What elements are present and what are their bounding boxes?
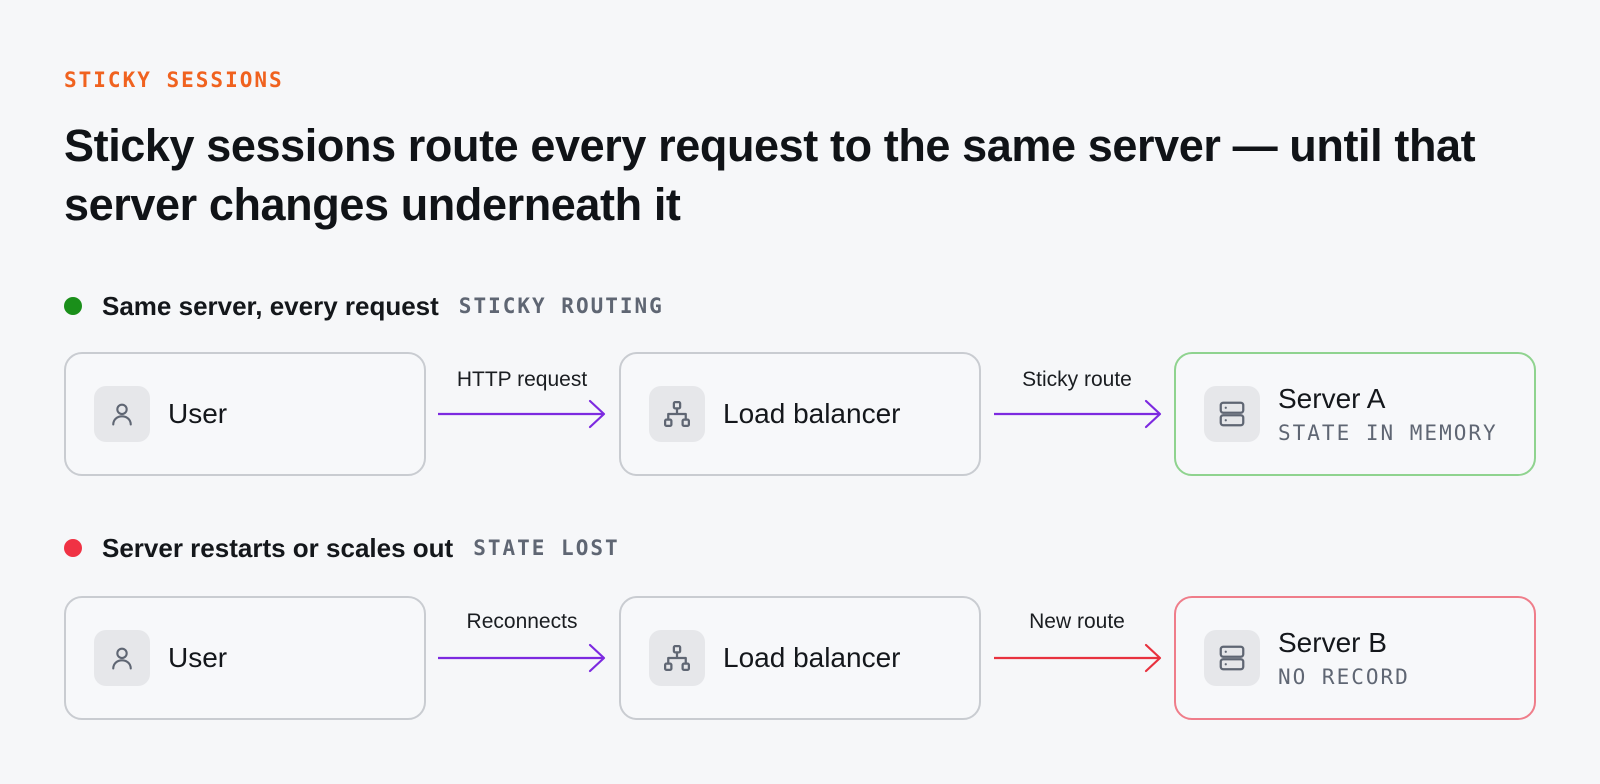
node-label: Server A [1278, 383, 1386, 414]
network-icon [649, 386, 705, 442]
section-title: Server restarts or scales out [102, 532, 454, 563]
server-a-node: Server A STATE IN MEMORY [1174, 352, 1536, 476]
arrow-label: Sticky route [1022, 368, 1132, 391]
section-state-lost: Server restarts or scales out STATE LOST [64, 532, 620, 564]
node-sublabel: NO RECORD [1278, 665, 1410, 689]
load-balancer-node: Load balancer [619, 352, 981, 476]
arrow-label: New route [1029, 610, 1125, 633]
server-icon [1204, 386, 1260, 442]
node-label: Server B [1278, 627, 1387, 658]
user-node: User [64, 352, 426, 476]
section-title: Same server, every request [102, 290, 439, 321]
arrow-new-route [994, 643, 1162, 673]
arrow-reconnects [438, 643, 606, 673]
user-node: User [64, 596, 426, 720]
server-b-node: Server B NO RECORD [1174, 596, 1536, 720]
eyebrow-label: STICKY SESSIONS [64, 68, 284, 92]
arrow-label: Reconnects [466, 610, 578, 633]
status-dot-green [64, 297, 82, 315]
status-dot-red [64, 539, 82, 557]
node-label: User [168, 642, 228, 673]
node-sublabel: STATE IN MEMORY [1278, 421, 1498, 445]
network-icon [649, 630, 705, 686]
arrow-sticky-route [994, 399, 1162, 429]
section-tag: STICKY ROUTING [458, 294, 664, 318]
load-balancer-node: Load balancer [619, 596, 981, 720]
arrow-http-request [438, 399, 606, 429]
user-icon [94, 386, 150, 442]
node-label: User [168, 398, 228, 429]
server-icon [1204, 630, 1260, 686]
page-title: Sticky sessions route every request to t… [64, 120, 1476, 230]
node-label: Load balancer [723, 642, 901, 673]
section-sticky-routing: Same server, every request STICKY ROUTIN… [64, 290, 664, 322]
arrow-label: HTTP request [456, 368, 588, 391]
section-tag: STATE LOST [473, 536, 620, 560]
user-icon [94, 630, 150, 686]
node-label: Load balancer [723, 398, 901, 429]
